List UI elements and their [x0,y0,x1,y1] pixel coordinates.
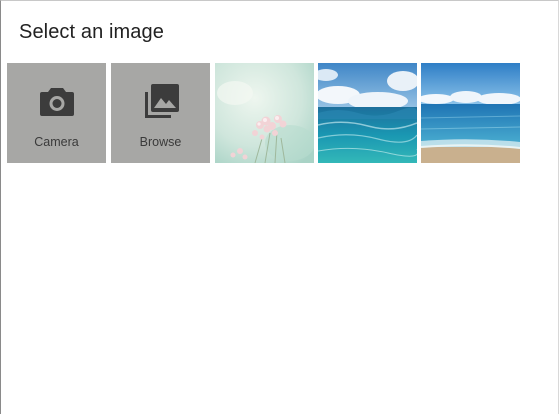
browse-label: Browse [139,135,182,149]
dialog-title: Select an image [19,21,164,43]
flowers-image [215,63,314,163]
photo-thumbnail-flowers[interactable] [215,63,314,163]
beach-image [421,63,520,163]
photo-library-icon [144,84,179,118]
camera-label: Camera [34,135,79,149]
photo-thumbnail-ocean[interactable] [318,63,417,163]
photo-thumbnail-beach[interactable] [421,63,520,163]
browse-button[interactable]: Browse [111,63,210,163]
ocean-image [318,63,417,163]
image-picker-dialog: Select an image Camera Browse [0,0,559,414]
camera-icon [39,88,74,116]
camera-button[interactable]: Camera [7,63,106,163]
